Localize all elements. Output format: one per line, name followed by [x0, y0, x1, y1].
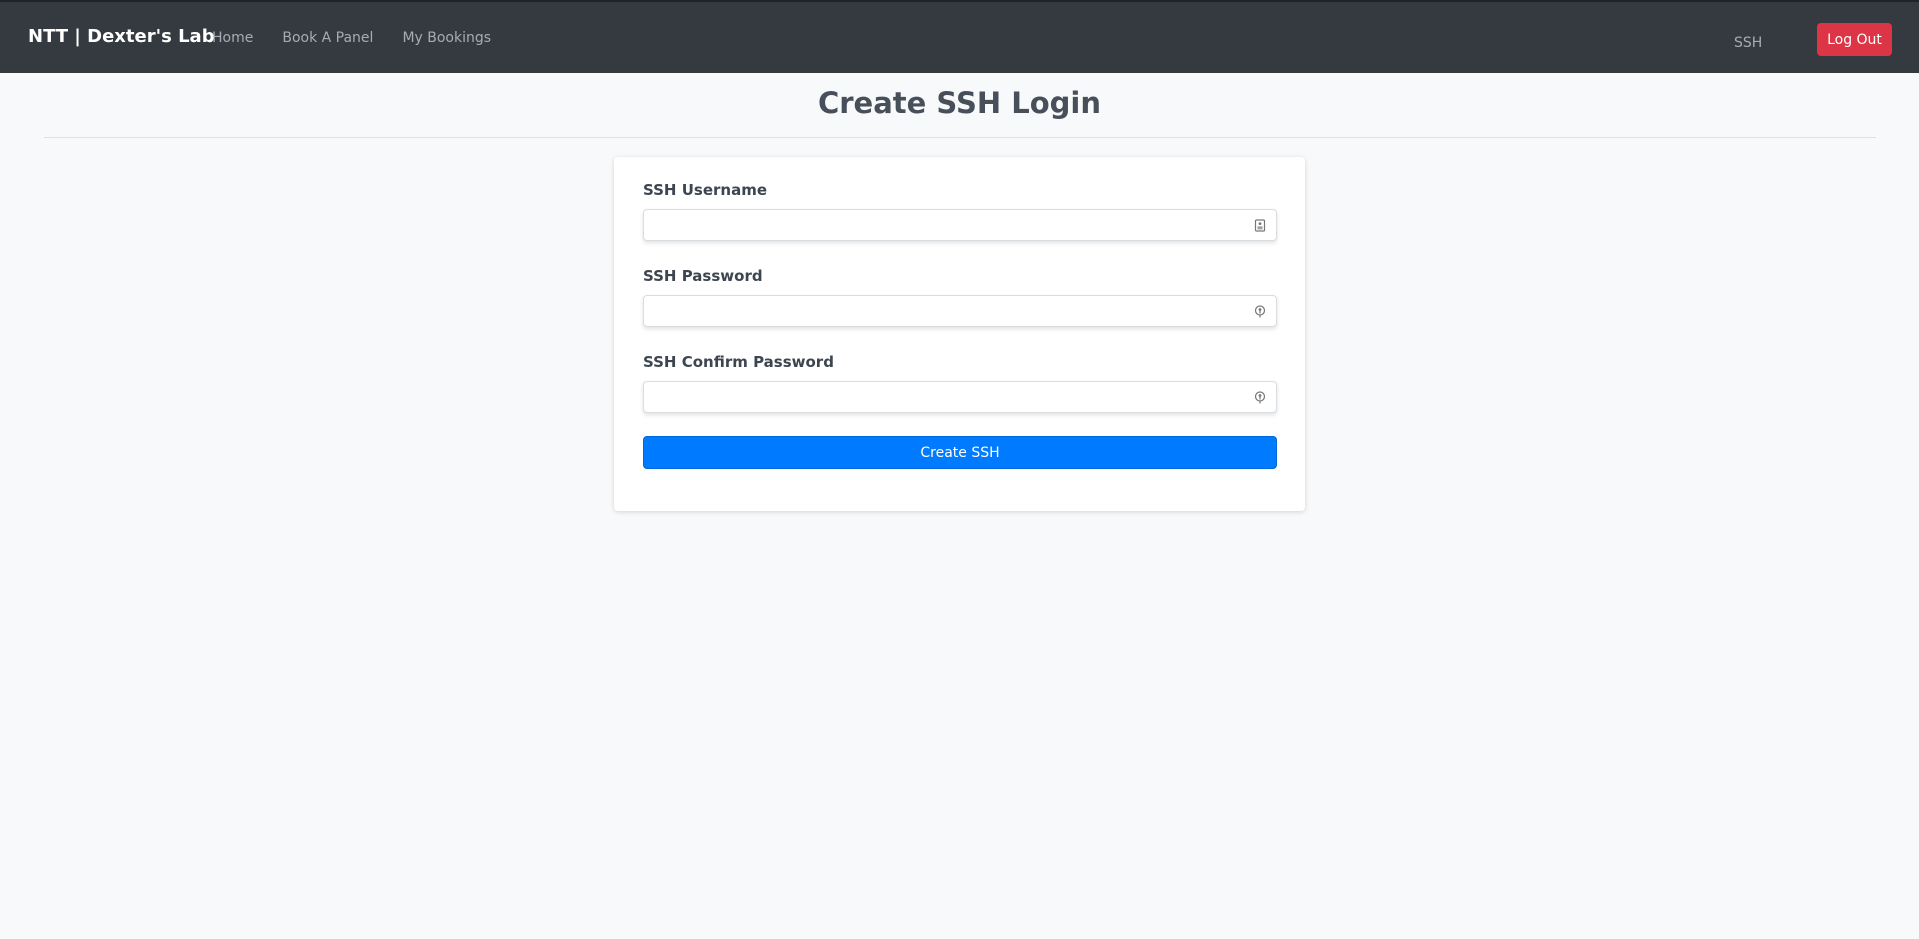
key-icon	[1254, 305, 1266, 318]
key-icon	[1254, 391, 1266, 404]
ssh-username-input[interactable]	[644, 210, 1276, 240]
logout-button[interactable]: Log Out	[1817, 23, 1892, 56]
nav-link-ssh[interactable]: SSH	[1734, 35, 1762, 51]
title-divider	[44, 137, 1876, 138]
navbar: NTT | Dexter's Lab Home Book A Panel My …	[0, 0, 1919, 73]
ssh-confirm-password-field	[643, 381, 1277, 413]
create-ssh-card: SSH Username SSH Password SSH Confirm Pa…	[614, 157, 1305, 511]
ssh-password-label: SSH Password	[643, 267, 763, 285]
page-title: Create SSH Login	[817, 86, 1102, 120]
ssh-username-field	[643, 209, 1277, 241]
brand-link[interactable]: NTT | Dexter's Lab	[28, 26, 215, 47]
nav-link-book-a-panel[interactable]: Book A Panel	[282, 30, 373, 46]
ssh-password-field	[643, 295, 1277, 327]
ssh-username-label: SSH Username	[643, 181, 767, 199]
nav-link-my-bookings[interactable]: My Bookings	[402, 30, 491, 46]
ssh-confirm-password-label: SSH Confirm Password	[643, 353, 834, 371]
create-ssh-button[interactable]: Create SSH	[643, 436, 1277, 469]
nav-link-home[interactable]: Home	[212, 30, 253, 46]
ssh-password-input[interactable]	[644, 296, 1276, 326]
id-card-icon	[1254, 219, 1266, 232]
nav-links: Home Book A Panel My Bookings	[212, 30, 520, 46]
ssh-confirm-password-input[interactable]	[644, 382, 1276, 412]
